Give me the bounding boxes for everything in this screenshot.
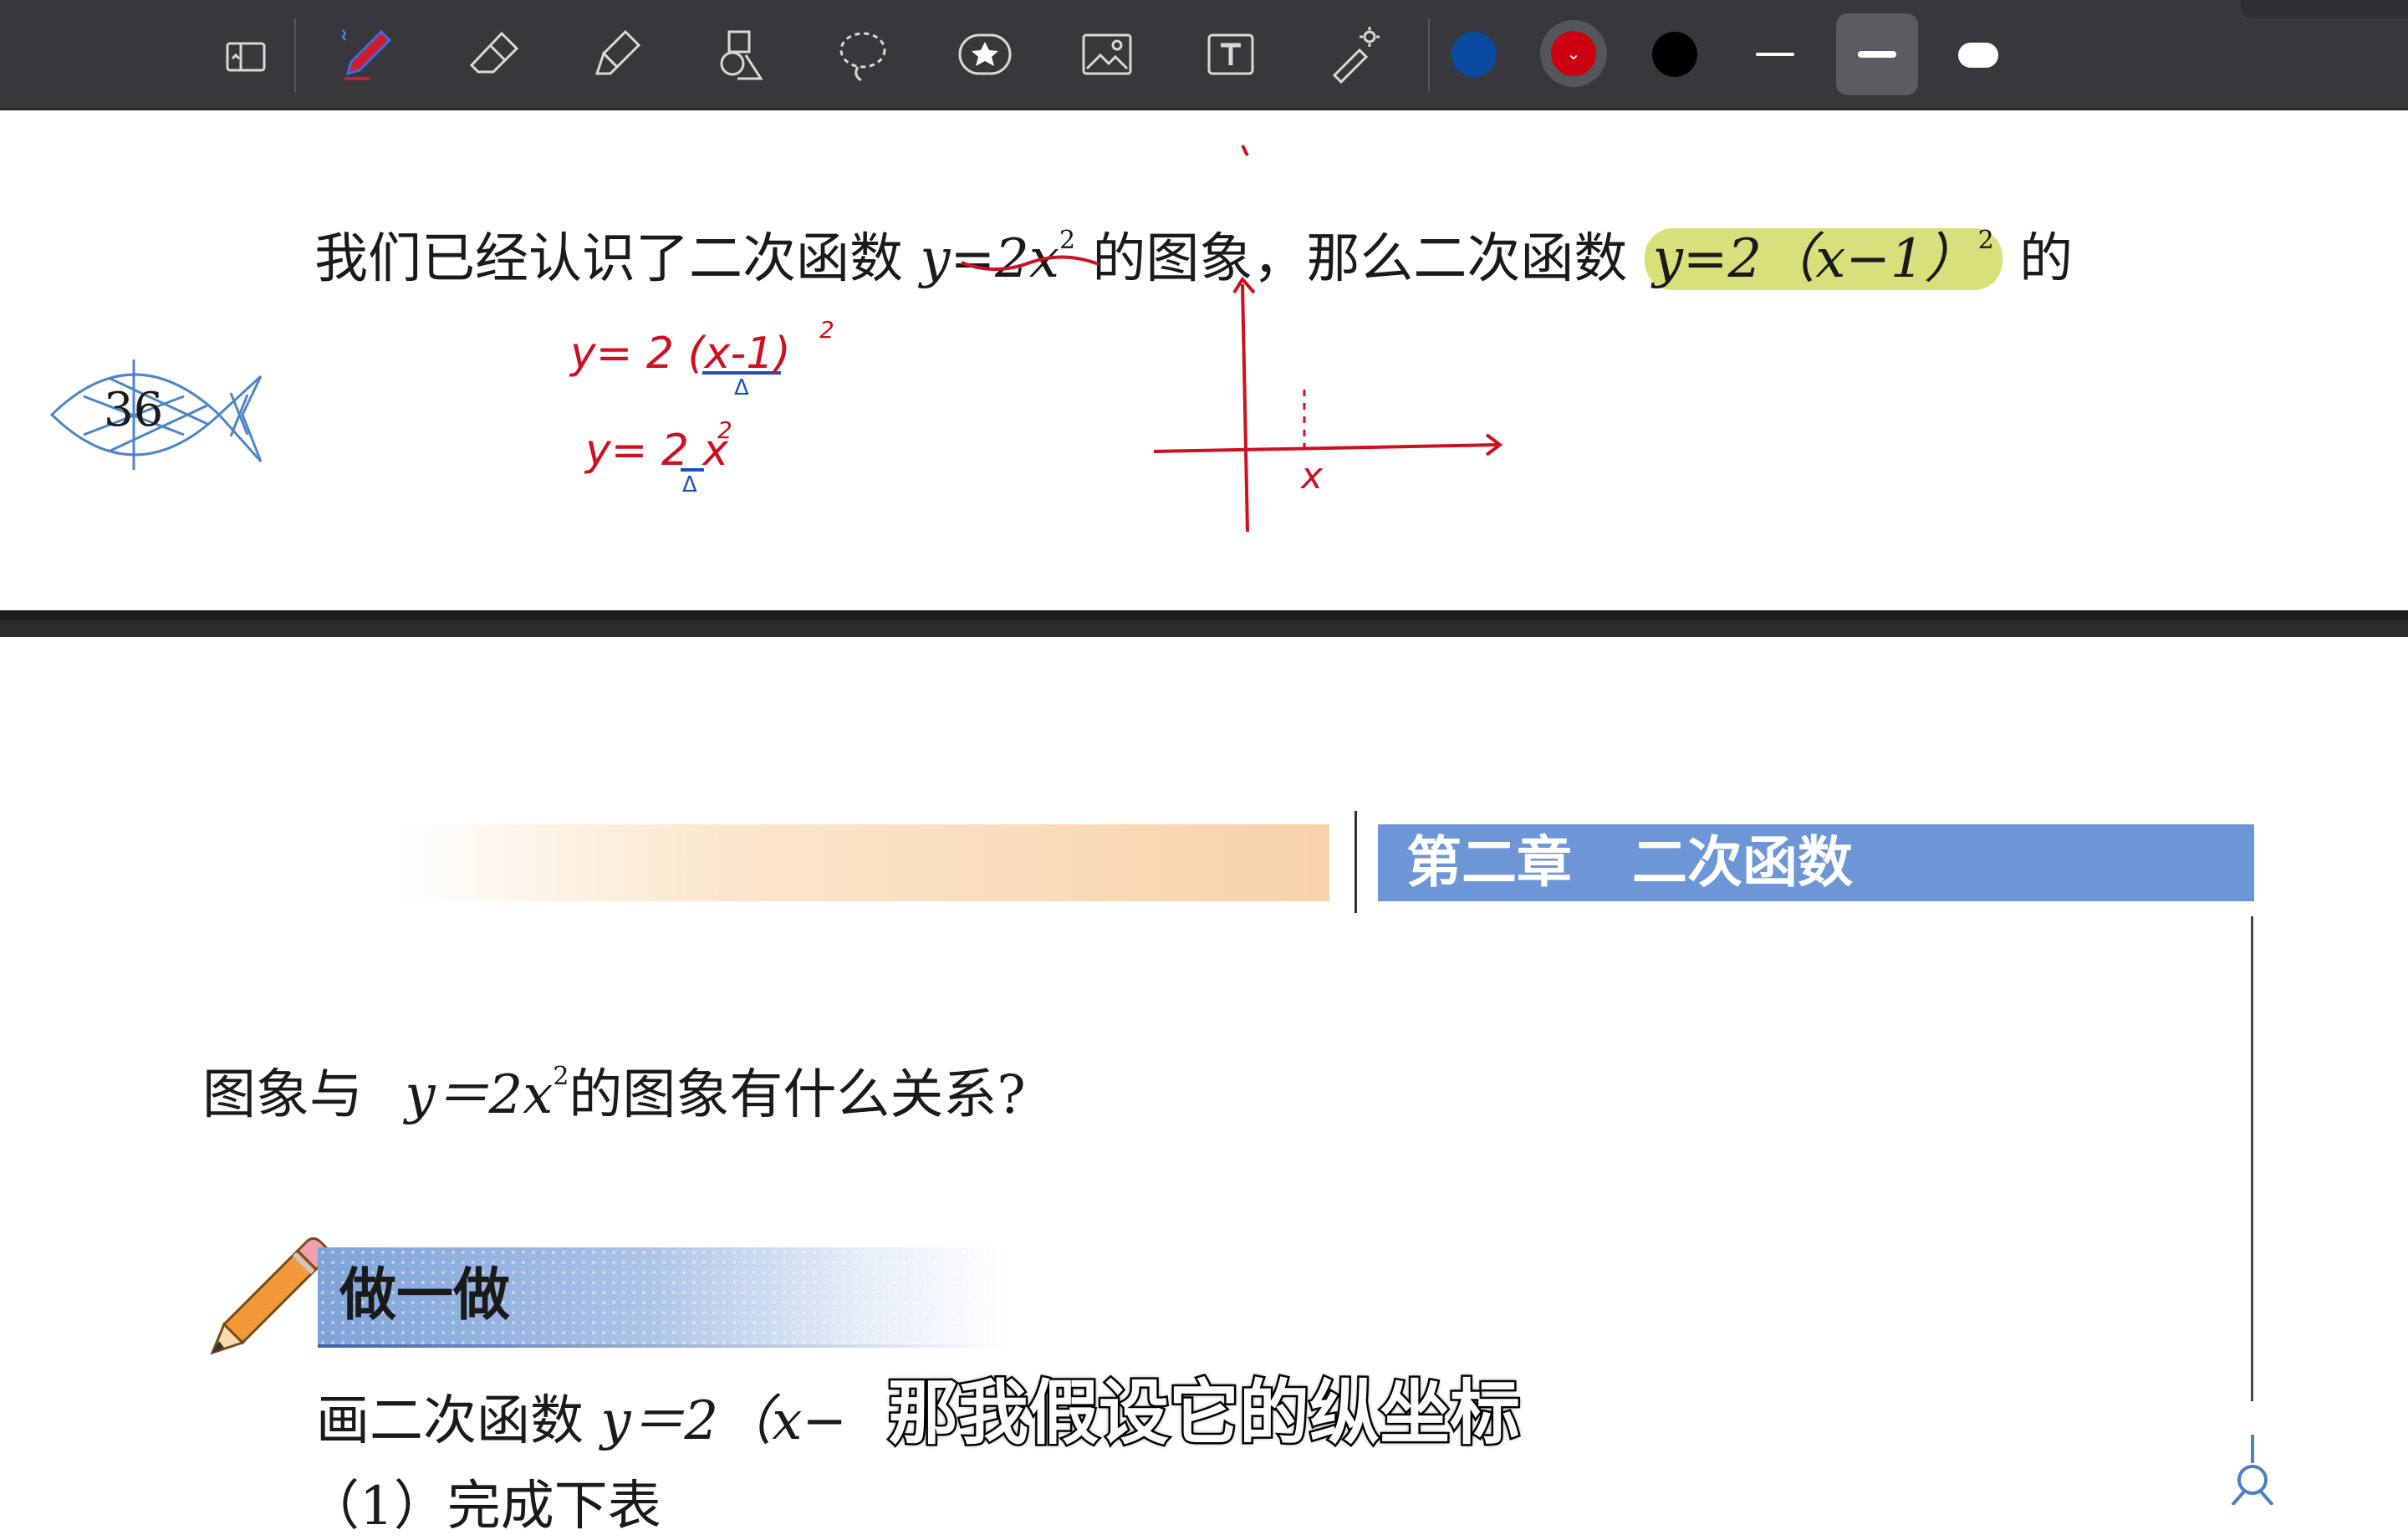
stroke-medium-option[interactable]: [1858, 51, 1896, 58]
color-red-swatch[interactable]: ⌄: [1551, 31, 1596, 76]
header-separator: [1354, 811, 1357, 913]
upper-page: [0, 110, 2408, 610]
text-tool-icon[interactable]: [1191, 15, 1271, 95]
exponent: 2: [1059, 226, 1076, 255]
exponent: 2: [553, 1062, 569, 1091]
sticker-icon[interactable]: [945, 15, 1025, 95]
toolbar-separator: [294, 18, 296, 92]
margin-rule: [2251, 916, 2253, 1401]
equation-text: y＝2x: [405, 1064, 554, 1126]
chapter-banner: 第二章 二次函数: [1378, 824, 2254, 901]
eraser-icon[interactable]: [455, 15, 535, 95]
annotation-toolbar: ⌄: [0, 0, 2408, 110]
highlighter-icon[interactable]: [577, 15, 657, 95]
equation-y-2x2: y=2x2: [920, 226, 1076, 290]
laser-pointer-icon[interactable]: [1313, 15, 1393, 95]
question-suffix: 的图象有什么关系?: [569, 1064, 1026, 1126]
color-blue-swatch[interactable]: [1451, 32, 1497, 77]
section-header-underline: [318, 1344, 1012, 1348]
exercise-prefix: 画二次函数: [316, 1390, 584, 1452]
stroke-thick-option[interactable]: [1958, 43, 1998, 68]
highlighted-equation: y=2（x−1）2: [1644, 226, 2002, 290]
stroke-thin-option[interactable]: [1756, 53, 1794, 56]
video-subtitle: 那我假设它的纵坐标: [885, 1370, 1522, 1456]
chapter-number: 第二章: [1406, 830, 1572, 895]
pages-icon[interactable]: [206, 15, 286, 95]
header-gradient-band: [393, 824, 1329, 901]
exercise-line: 画二次函数 y＝2（x−: [316, 1388, 847, 1455]
intro-suffix: 的: [2019, 228, 2074, 290]
intro-prefix: 我们已经认识了二次函数: [314, 228, 903, 290]
equation-text: y=2x: [920, 228, 1059, 290]
exponent: 2: [1977, 226, 1994, 255]
question-equation: y＝2x2: [405, 1062, 569, 1126]
exercise-step-1: （1）完成下表: [306, 1476, 661, 1537]
image-icon[interactable]: [1067, 15, 1147, 95]
section-title: 做一做: [339, 1262, 511, 1328]
color-black-swatch[interactable]: [1652, 32, 1697, 77]
toolbar-separator: [1428, 18, 1430, 92]
toolbar-corner: [2241, 0, 2408, 18]
shapes-icon[interactable]: [701, 15, 781, 95]
textbook-intro-line: 我们已经认识了二次函数 y=2x2 的图象，那么二次函数 y=2（x−1）2 的: [314, 207, 2073, 293]
question-prefix: 图象与: [202, 1064, 363, 1126]
page-divider: [0, 610, 2408, 637]
question-line: 图象与 y＝2x2的图象有什么关系?: [202, 1043, 1026, 1129]
chevron-down-icon: ⌄: [1566, 43, 1581, 64]
equation-text: y=2（x−1）: [1652, 228, 1978, 290]
page-number: 36: [104, 383, 164, 437]
lasso-icon[interactable]: [823, 15, 903, 95]
chapter-title: 二次函数: [1632, 830, 1853, 895]
pen-icon[interactable]: [326, 15, 406, 95]
intro-mid: 的图象，那么二次函数: [1092, 228, 1628, 290]
exercise-equation: y＝2（x−: [600, 1390, 847, 1452]
